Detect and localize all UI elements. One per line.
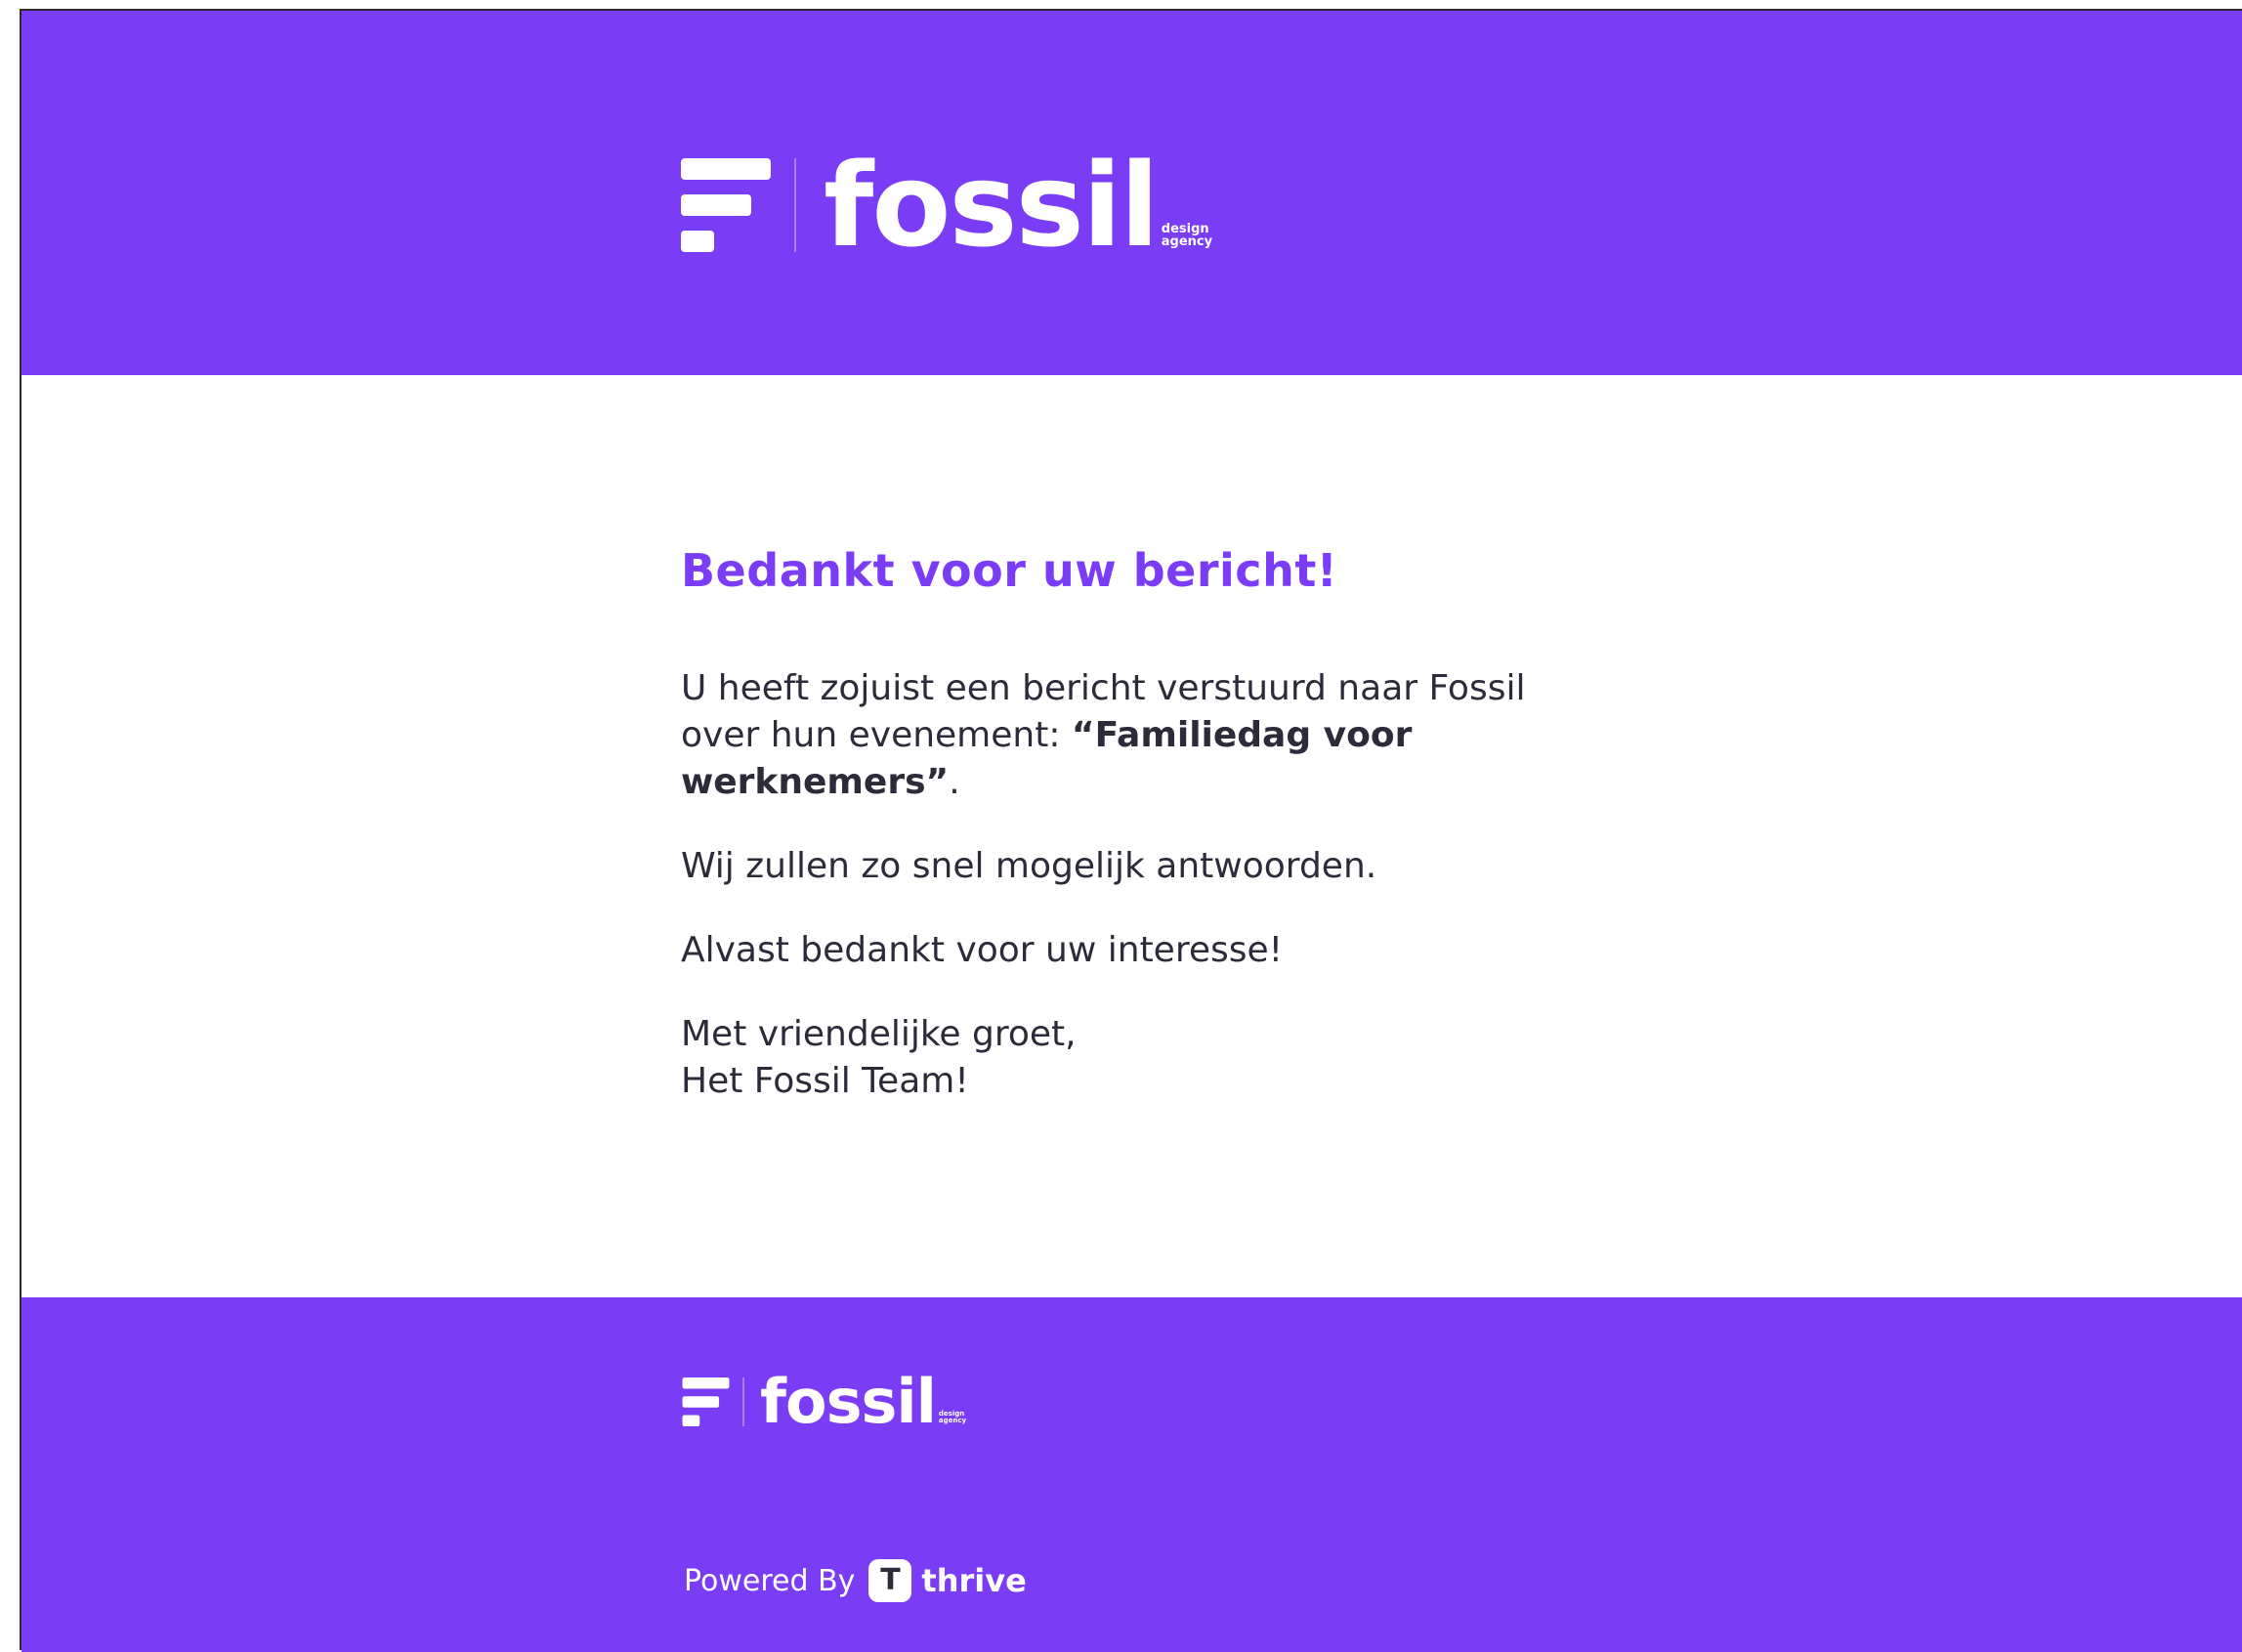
closing-paragraph: Met vriendelijke groet, Het Fossil Team! (681, 1011, 1599, 1105)
header-logo: fossil design agency (681, 148, 1212, 263)
powered-by-link[interactable]: Powered By T thrive (684, 1559, 1027, 1602)
logo-wordmark: fossil (760, 1366, 937, 1437)
page-title: Bedankt voor uw bericht! (681, 544, 1338, 597)
reply-paragraph: Wij zullen zo snel mogelijk antwoorden. (681, 846, 1377, 886)
email-header: fossil design agency (21, 11, 2242, 375)
powered-by-label: Powered By (684, 1563, 856, 1598)
fossil-bars-logo-icon (682, 1377, 730, 1426)
thrive-logo-letter: T (880, 1563, 901, 1597)
thanks-paragraph: Alvast bedankt voor uw interesse! (681, 930, 1284, 970)
logo-tagline: design agency (1162, 223, 1212, 248)
footer-logo: fossil design agency (682, 1372, 966, 1432)
intro-end: . (949, 762, 960, 802)
email-footer: fossil design agency Powered By T thrive (21, 1297, 2242, 1652)
message-body: Bedankt voor uw bericht! U heeft zojuist… (681, 544, 1599, 1142)
logo-tagline-line2: agency (938, 1417, 967, 1424)
closing-line-2: Het Fossil Team! (681, 1061, 969, 1101)
closing-line-1: Met vriendelijke groet, (681, 1014, 1077, 1054)
thrive-brand-name: thrive (921, 1562, 1027, 1599)
logo-wordmark: fossil (824, 138, 1160, 273)
intro-paragraph: U heeft zojuist een bericht verstuurd na… (681, 665, 1599, 806)
logo-tagline: design agency (939, 1411, 966, 1424)
thrive-logo-icon: T (868, 1559, 912, 1602)
fossil-bars-logo-icon (681, 158, 771, 252)
logo-divider (794, 158, 796, 252)
logo-divider (742, 1377, 744, 1426)
email-frame: fossil design agency Bedankt voor uw ber… (20, 9, 2242, 1652)
logo-tagline-line2: agency (1161, 234, 1213, 249)
